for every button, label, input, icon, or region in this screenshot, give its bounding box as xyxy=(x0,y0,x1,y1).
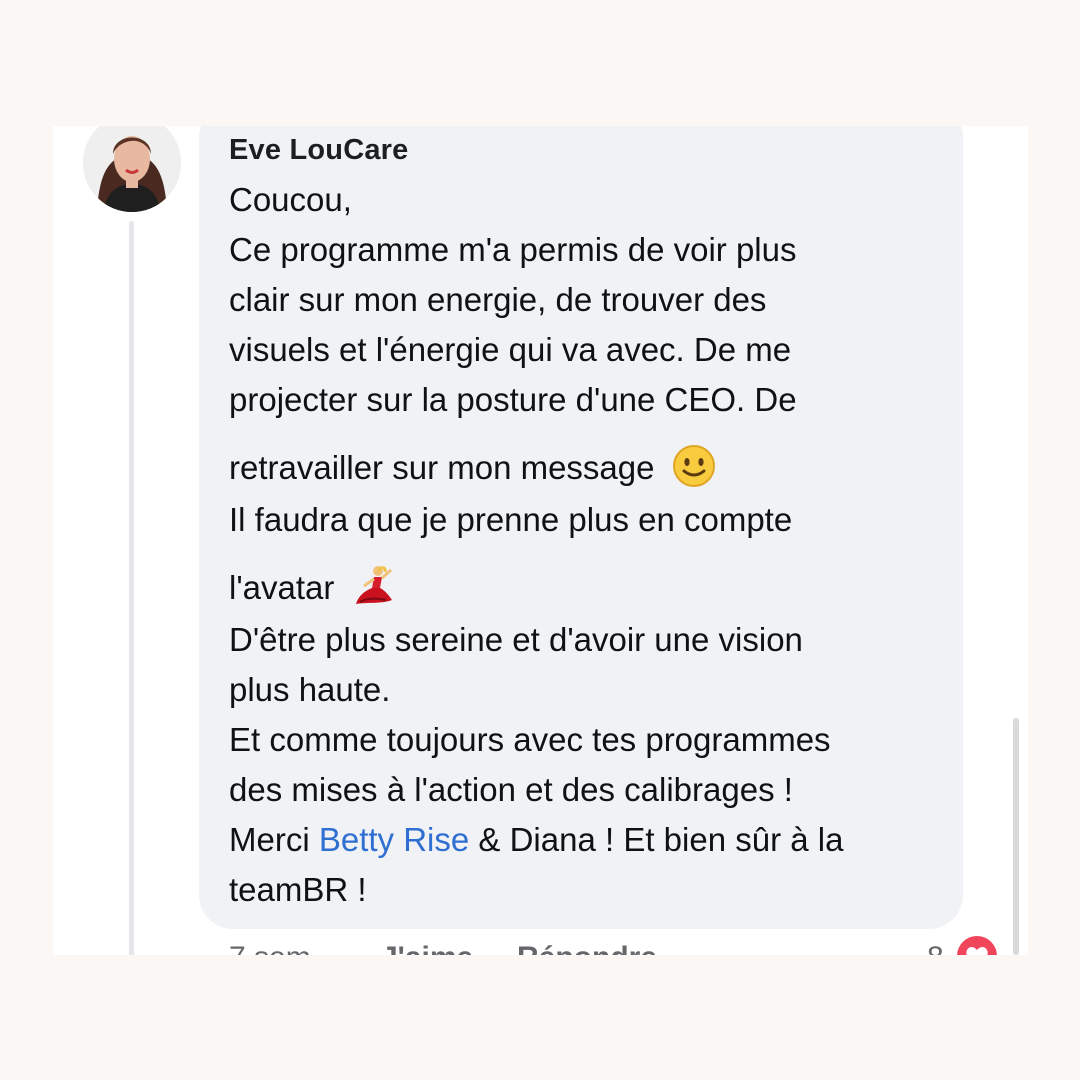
dancing-woman-icon xyxy=(352,564,396,617)
heart-reaction-icon[interactable] xyxy=(957,936,997,955)
like-button[interactable]: J'aime xyxy=(381,941,473,955)
thread-line xyxy=(129,221,134,955)
comment-text: Merci xyxy=(229,821,310,858)
reaction-count[interactable]: 8 xyxy=(927,941,944,955)
comment-card: Eve LouCare Coucou, Ce programme m'a per… xyxy=(53,126,1028,955)
comment-line: plus haute. xyxy=(229,671,391,708)
comment-text: & Diana ! Et bien sûr à la xyxy=(478,821,844,858)
comment-line-with-emoji: l'avatar xyxy=(229,564,396,617)
comment-line: Il faudra que je prenne plus en compte xyxy=(229,501,793,538)
reply-button[interactable]: Répondre xyxy=(517,941,657,955)
slightly-smiling-face-icon xyxy=(672,444,716,497)
comment-text: l'avatar xyxy=(229,569,335,607)
comment-timestamp[interactable]: 7 sem xyxy=(229,941,311,955)
comment-line: des mises à l'action et des calibrages ! xyxy=(229,771,793,808)
scrollbar[interactable] xyxy=(1013,718,1019,955)
comment-line: visuels et l'énergie qui va avec. De me xyxy=(229,331,792,368)
comment-text: retravailler sur mon message xyxy=(229,449,655,487)
comment-line: projecter sur la posture d'une CEO. De xyxy=(229,381,797,418)
comment-line: teamBR ! xyxy=(229,871,367,908)
comment-line-with-emoji: retravailler sur mon message xyxy=(229,444,716,497)
avatar-photo xyxy=(83,126,181,212)
comment-line: Ce programme m'a permis de voir plus xyxy=(229,231,797,268)
comment-line-with-mention: Merci Betty Rise & Diana ! Et bien sûr à… xyxy=(229,820,843,860)
comment-line: Et comme toujours avec tes programmes xyxy=(229,721,831,758)
comment-line: clair sur mon energie, de trouver des xyxy=(229,281,767,318)
avatar[interactable] xyxy=(83,126,181,212)
comment-line: Coucou, xyxy=(229,181,352,218)
comment-author[interactable]: Eve LouCare xyxy=(229,134,409,167)
comment-line: D'être plus sereine et d'avoir une visio… xyxy=(229,621,803,658)
mention-link[interactable]: Betty Rise xyxy=(319,821,469,858)
